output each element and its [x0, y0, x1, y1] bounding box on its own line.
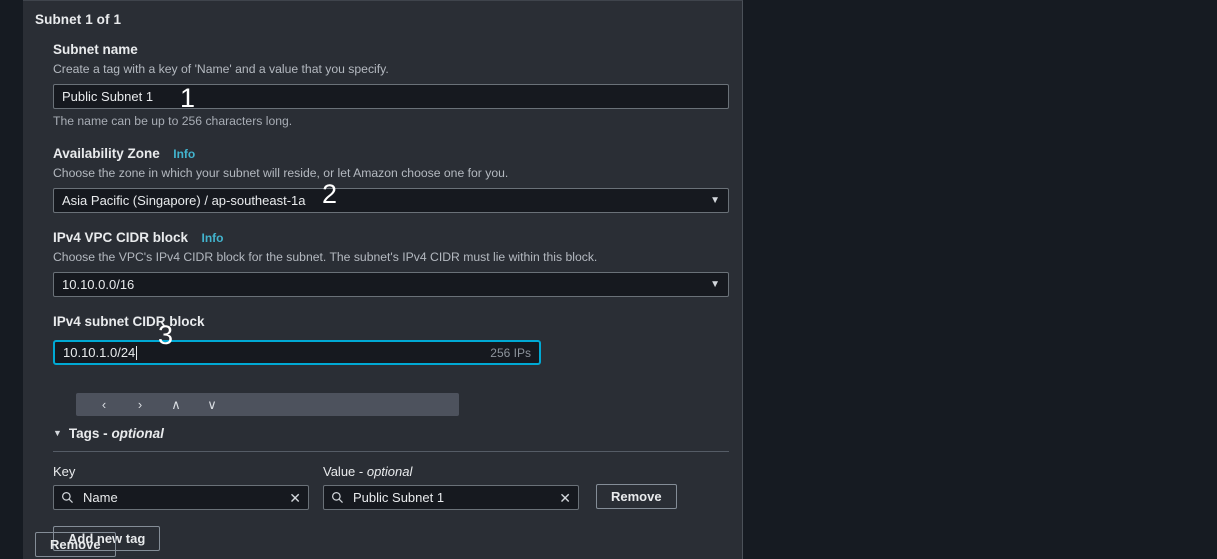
subnet-panel: Subnet 1 of 1 Subnet name Create a tag w… — [23, 0, 743, 559]
subnet-cidr-ips-hint: 256 IPs — [490, 345, 531, 360]
remove-subnet-button[interactable]: Remove — [35, 532, 116, 557]
tag-value-value: Public Subnet 1 — [353, 490, 445, 505]
subnet-name-label: Subnet name — [53, 42, 138, 58]
remove-tag-button[interactable]: Remove — [596, 484, 677, 509]
vpc-cidr-select[interactable]: 10.10.0.0/16 ▼ — [53, 272, 729, 297]
tag-row: Key Name ✕ Value - optional Public Subne… — [53, 464, 729, 510]
availability-zone-description: Choose the zone in which your subnet wil… — [53, 166, 509, 180]
tag-value-input[interactable]: Public Subnet 1 ✕ — [323, 485, 579, 510]
panel-content: Subnet name Create a tag with a key of '… — [53, 41, 729, 559]
tag-value-column: Value - optional Public Subnet 1 ✕ — [323, 464, 579, 510]
availability-zone-info-link[interactable]: Info — [173, 147, 195, 161]
tags-header[interactable]: ▼ Tags - optional — [53, 426, 729, 441]
prev-chevron-icon[interactable]: ‹ — [86, 398, 122, 411]
vpc-cidr-field: IPv4 VPC CIDR block Info Choose the VPC'… — [53, 229, 729, 297]
availability-zone-value: Asia Pacific (Singapore) / ap-southeast-… — [62, 193, 306, 208]
panel-title: Subnet 1 of 1 — [35, 12, 122, 27]
clear-icon[interactable]: ✕ — [553, 491, 571, 505]
tag-value-header: Value - optional — [323, 464, 579, 479]
down-chevron-icon[interactable]: ∨ — [194, 398, 230, 411]
add-tag-wrapper: Add new tag — [53, 526, 729, 551]
chevron-down-icon: ▼ — [710, 278, 720, 290]
subnet-name-field: Subnet name Create a tag with a key of '… — [53, 41, 729, 129]
availability-zone-label: Availability Zone — [53, 146, 160, 162]
vpc-cidr-label: IPv4 VPC CIDR block — [53, 230, 189, 246]
cidr-nav-toolbar[interactable]: ‹ › ∧ ∨ — [76, 393, 459, 416]
next-chevron-icon[interactable]: › — [122, 398, 158, 411]
text-caret — [136, 345, 138, 360]
tags-title-text: Tags - — [68, 426, 112, 441]
tag-key-value: Name — [83, 490, 118, 505]
tag-key-column: Key Name ✕ — [53, 464, 309, 510]
tag-key-input[interactable]: Name ✕ — [53, 485, 309, 510]
availability-zone-field: Availability Zone Info Choose the zone i… — [53, 145, 729, 213]
subnet-name-hint: The name can be up to 256 characters lon… — [53, 114, 293, 128]
tags-divider — [53, 451, 729, 452]
triangle-down-icon: ▼ — [53, 428, 62, 438]
availability-zone-select[interactable]: Asia Pacific (Singapore) / ap-southeast-… — [53, 188, 729, 213]
tag-key-header: Key — [53, 464, 76, 479]
tags-title: Tags - optional — [69, 426, 164, 441]
vpc-cidr-value: 10.10.0.0/16 — [62, 277, 135, 292]
tag-value-header-text: Value - — [323, 464, 367, 479]
subnet-cidr-input[interactable]: 10.10.1.0/24 256 IPs — [53, 340, 541, 365]
tag-value-header-optional: optional — [366, 464, 413, 479]
subnet-name-value: Public Subnet 1 — [62, 89, 154, 104]
vpc-cidr-info-link[interactable]: Info — [202, 231, 224, 245]
subnet-cidr-field: IPv4 subnet CIDR block 10.10.1.0/24 256 … — [53, 313, 729, 365]
subnet-cidr-value: 10.10.1.0/24 — [63, 345, 136, 360]
tags-title-optional: optional — [111, 426, 164, 441]
tags-section: ▼ Tags - optional Key Name ✕ Value - opt… — [53, 426, 729, 559]
up-chevron-icon[interactable]: ∧ — [158, 398, 194, 411]
vpc-cidr-description: Choose the VPC's IPv4 CIDR block for the… — [53, 250, 598, 264]
search-icon — [332, 492, 343, 503]
screen-root: Subnet 1 of 1 Subnet name Create a tag w… — [0, 0, 1217, 559]
tag-remove-column: Remove — [596, 464, 677, 510]
subnet-cidr-label: IPv4 subnet CIDR block — [53, 314, 205, 330]
search-icon — [62, 492, 73, 503]
chevron-down-icon: ▼ — [710, 194, 720, 206]
subnet-name-description: Create a tag with a key of 'Name' and a … — [53, 62, 389, 76]
clear-icon[interactable]: ✕ — [283, 491, 301, 505]
subnet-name-input[interactable]: Public Subnet 1 — [53, 84, 729, 109]
